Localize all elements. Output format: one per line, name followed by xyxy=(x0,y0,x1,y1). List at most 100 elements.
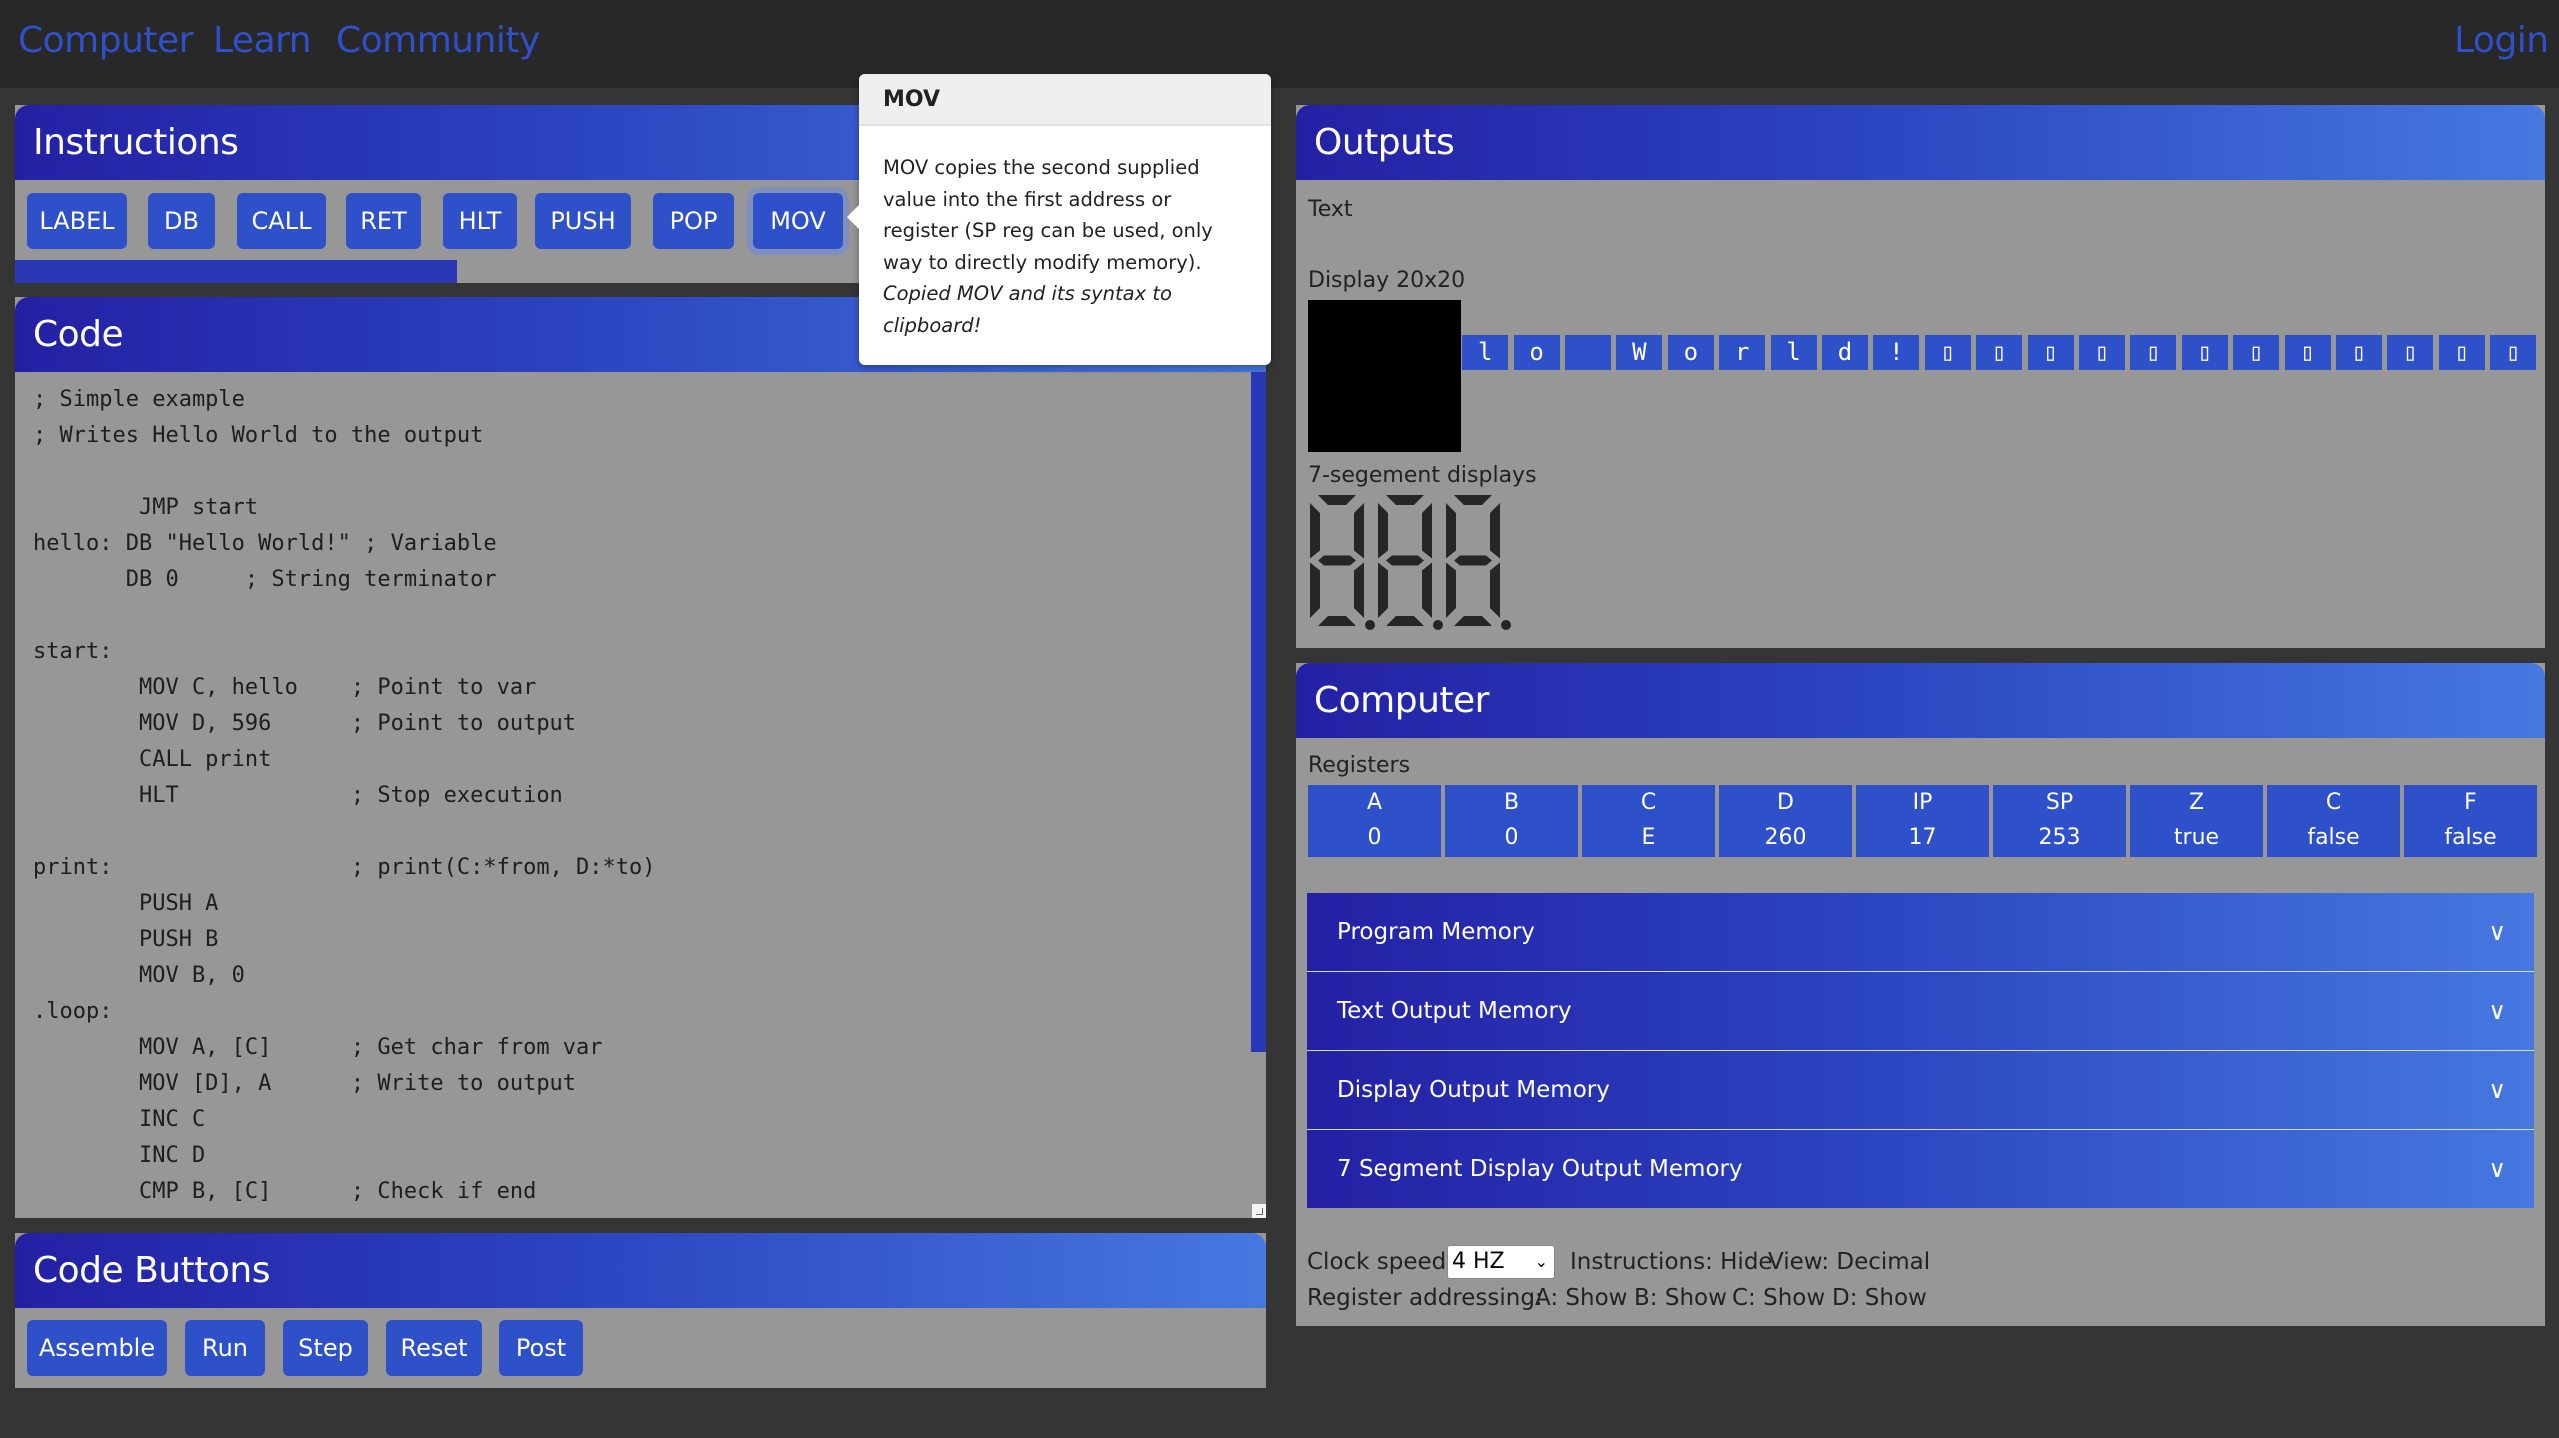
segment xyxy=(1318,495,1356,505)
seven-segment-digit xyxy=(1446,495,1511,630)
tooltip-arrow xyxy=(847,204,860,230)
code-line: PUSH A xyxy=(33,891,219,916)
register-name: IP xyxy=(1912,790,1933,815)
display-20x20 xyxy=(1308,300,1461,452)
segment xyxy=(1386,616,1424,626)
nav-link-computer[interactable]: Computer xyxy=(18,20,193,61)
code-line: PUSH B xyxy=(33,927,219,952)
code-line: CMP B, [C] ; Check if end xyxy=(33,1179,537,1204)
memory-section-label: 7 Segment Display Output Memory xyxy=(1337,1156,1743,1182)
register-name: C xyxy=(1640,790,1657,815)
memory-section-label: Display Output Memory xyxy=(1337,1077,1610,1103)
code-line: ; Writes Hello World to the output xyxy=(33,423,484,448)
chevron-down-icon: ∨ xyxy=(2488,1155,2506,1183)
memory-section-text-output-memory[interactable]: Text Output Memory ∨ xyxy=(1307,972,2534,1050)
segment xyxy=(1446,562,1456,618)
segment xyxy=(1378,562,1388,618)
segment xyxy=(1386,495,1424,505)
instruction-button-ret[interactable]: RET xyxy=(346,193,421,249)
register-value: 253 xyxy=(2038,825,2081,850)
text-output-cell: ▯ xyxy=(2181,335,2228,370)
text-output-cell: o xyxy=(1667,335,1714,370)
login-link[interactable]: Login xyxy=(2454,20,2549,61)
chevron-down-icon: ⌄ xyxy=(1534,1252,1548,1271)
clock-speed-select[interactable]: 4 HZ ⌄ xyxy=(1447,1245,1555,1279)
instruction-button-label[interactable]: LABEL xyxy=(27,193,127,249)
instruction-button-mov[interactable]: MOV xyxy=(753,193,843,249)
segment xyxy=(1490,562,1500,618)
decimal-point xyxy=(1365,620,1375,630)
chevron-down-icon: ∨ xyxy=(2488,918,2506,946)
code-line: .loop: xyxy=(33,999,113,1024)
text-output-cell: ▯ xyxy=(2336,335,2382,370)
outputs-title: Outputs xyxy=(1296,105,2545,180)
nav-link-community[interactable]: Community xyxy=(336,20,540,61)
segment xyxy=(1422,503,1432,559)
text-output-cell: ! xyxy=(1873,335,1920,370)
clock-speed-label: Clock speed: xyxy=(1307,1249,1455,1275)
text-output-cell: ▯ xyxy=(2284,335,2331,370)
register-value: 17 xyxy=(1908,825,1937,850)
code-line: INC D xyxy=(33,1143,206,1168)
segment xyxy=(1378,503,1388,559)
memory-section-program-memory[interactable]: Program Memory ∨ xyxy=(1307,893,2534,971)
nav-link-learn[interactable]: Learn xyxy=(213,20,312,61)
code-line: MOV C, hello ; Point to var xyxy=(33,675,537,700)
text-output-cell: ▯ xyxy=(2490,335,2537,370)
instructions-scrollbar[interactable] xyxy=(15,260,457,283)
code-line: hello: DB "Hello World!" ; Variable xyxy=(33,531,497,556)
seven-segment-digit xyxy=(1310,495,1375,630)
register-addressing-c[interactable]: C: Show xyxy=(1732,1285,1825,1311)
register-addressing-b[interactable]: B: Show xyxy=(1634,1285,1727,1311)
register-name: F xyxy=(2464,790,2477,815)
code-line: print: ; print(C:*from, D:*to) xyxy=(33,855,656,880)
seven-segment-digit xyxy=(1378,495,1443,630)
tooltip-title: MOV xyxy=(859,74,1271,126)
memory-section-7-segment-display-output-memory[interactable]: 7 Segment Display Output Memory ∨ xyxy=(1307,1130,2534,1208)
code-line: MOV D, 596 ; Point to output xyxy=(33,711,577,736)
code-line: MOV B, 0 xyxy=(33,963,245,988)
instruction-button-push[interactable]: PUSH xyxy=(535,193,631,249)
memory-section-display-output-memory[interactable]: Display Output Memory ∨ xyxy=(1307,1051,2534,1129)
memory-section-label: Program Memory xyxy=(1337,919,1535,945)
run-button[interactable]: Run xyxy=(185,1320,265,1376)
resize-handle[interactable] xyxy=(1252,1204,1266,1218)
register-addressing-d[interactable]: D: Show xyxy=(1832,1285,1927,1311)
instruction-button-db[interactable]: DB xyxy=(148,193,215,249)
register-a: A0 xyxy=(1308,785,1441,857)
text-output-cell: ▯ xyxy=(1924,335,1971,370)
clock-speed-value: 4 HZ xyxy=(1452,1249,1505,1274)
register-ip: IP 17 xyxy=(1856,785,1989,857)
instruction-button-call[interactable]: CALL xyxy=(237,193,326,249)
memory-section-label: Text Output Memory xyxy=(1337,998,1572,1024)
reset-button[interactable]: Reset xyxy=(386,1320,482,1376)
instruction-button-hlt[interactable]: HLT xyxy=(443,193,517,249)
code-line: HLT ; Stop execution xyxy=(33,783,563,808)
text-output-cell: ▯ xyxy=(2130,335,2177,370)
segment xyxy=(1310,562,1320,618)
segment xyxy=(1446,503,1456,559)
code-buttons-panel: Code Buttons Assemble Run Step Reset Pos… xyxy=(15,1233,1266,1388)
post-button[interactable]: Post xyxy=(499,1320,583,1376)
step-button[interactable]: Step xyxy=(283,1320,368,1376)
code-line: ; Simple example xyxy=(33,387,245,412)
text-output-cell xyxy=(1565,335,1611,370)
assemble-button[interactable]: Assemble xyxy=(27,1320,167,1376)
segment xyxy=(1454,555,1492,566)
text-output-cell: ▯ xyxy=(2387,335,2434,370)
instruction-button-pop[interactable]: POP xyxy=(653,193,734,249)
register-name: C xyxy=(2325,790,2342,815)
instruction-tooltip: MOV MOV copies the second supplied value… xyxy=(847,74,1271,365)
code-scrollbar[interactable] xyxy=(1251,372,1266,1052)
segment xyxy=(1386,555,1424,566)
code-editor[interactable]: ; Simple example ; Writes Hello World to … xyxy=(15,372,1266,1218)
register-addressing-a[interactable]: A: Show xyxy=(1535,1285,1627,1311)
chevron-down-icon: ∨ xyxy=(2488,1076,2506,1104)
instructions-toggle[interactable]: Instructions: Hide xyxy=(1570,1249,1773,1275)
code-line: MOV A, [C] ; Get char from var xyxy=(33,1035,603,1060)
view-toggle[interactable]: View: Decimal xyxy=(1768,1249,1930,1275)
segment xyxy=(1454,495,1492,505)
